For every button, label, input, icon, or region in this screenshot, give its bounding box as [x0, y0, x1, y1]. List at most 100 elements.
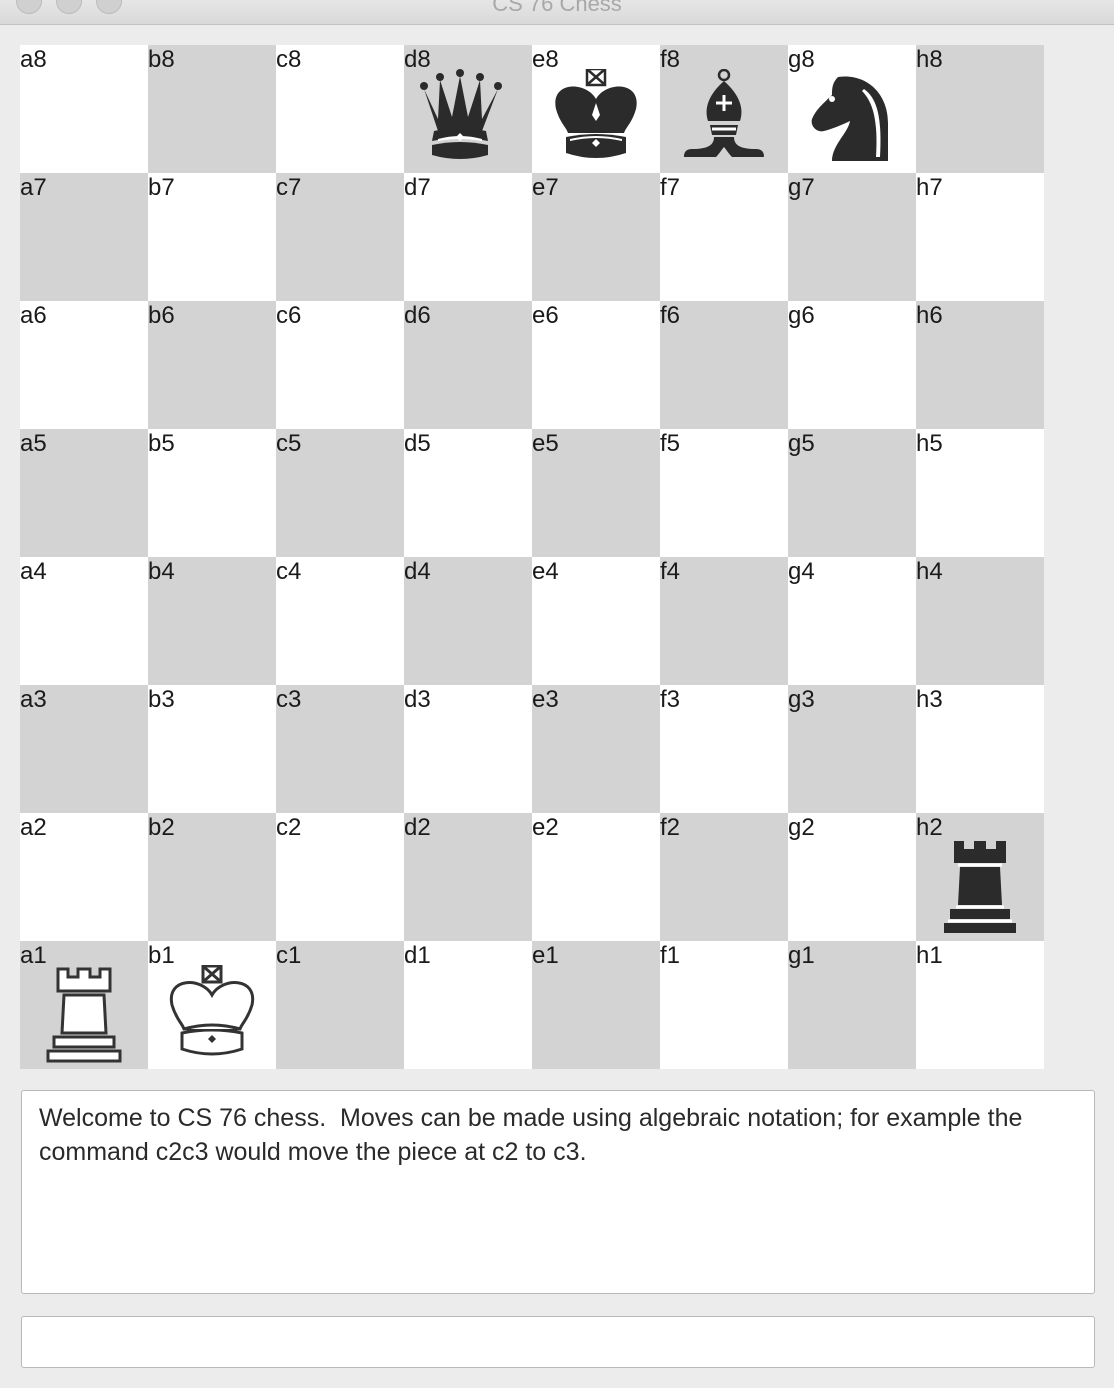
square-a7[interactable]: a7	[20, 173, 148, 301]
black-king-icon[interactable]	[546, 69, 646, 169]
square-label: d7	[404, 174, 431, 201]
square-label: e5	[532, 430, 559, 457]
square-a8[interactable]: a8	[20, 45, 148, 173]
white-king-icon[interactable]	[162, 965, 262, 1065]
square-label: c3	[276, 686, 302, 713]
square-label: d5	[404, 430, 431, 457]
square-h1[interactable]: h1	[916, 941, 1044, 1069]
square-f2[interactable]: f2	[660, 813, 788, 941]
square-d4[interactable]: d4	[404, 557, 532, 685]
square-f6[interactable]: f6	[660, 301, 788, 429]
square-f7[interactable]: f7	[660, 173, 788, 301]
black-rook-icon[interactable]	[930, 837, 1030, 937]
square-f5[interactable]: f5	[660, 429, 788, 557]
square-a6[interactable]: a6	[20, 301, 148, 429]
square-g6[interactable]: g6	[788, 301, 916, 429]
square-g4[interactable]: g4	[788, 557, 916, 685]
square-d2[interactable]: d2	[404, 813, 532, 941]
square-b1[interactable]: b1	[148, 941, 276, 1069]
square-b7[interactable]: b7	[148, 173, 276, 301]
square-label: h7	[916, 174, 943, 201]
square-e2[interactable]: e2	[532, 813, 660, 941]
square-d1[interactable]: d1	[404, 941, 532, 1069]
command-input[interactable]	[21, 1316, 1095, 1368]
square-e6[interactable]: e6	[532, 301, 660, 429]
square-label: a6	[20, 302, 47, 329]
square-g8[interactable]: g8	[788, 45, 916, 173]
square-label: d4	[404, 558, 431, 585]
square-label: h8	[916, 46, 943, 73]
square-a5[interactable]: a5	[20, 429, 148, 557]
square-a1[interactable]: a1	[20, 941, 148, 1069]
square-label: a5	[20, 430, 47, 457]
black-queen-icon[interactable]	[418, 69, 518, 169]
square-f4[interactable]: f4	[660, 557, 788, 685]
square-c6[interactable]: c6	[276, 301, 404, 429]
square-c7[interactable]: c7	[276, 173, 404, 301]
square-label: d1	[404, 942, 431, 969]
square-h5[interactable]: h5	[916, 429, 1044, 557]
square-d7[interactable]: d7	[404, 173, 532, 301]
square-label: f2	[660, 814, 681, 841]
square-b5[interactable]: b5	[148, 429, 276, 557]
square-d6[interactable]: d6	[404, 301, 532, 429]
square-f8[interactable]: f8	[660, 45, 788, 173]
square-h6[interactable]: h6	[916, 301, 1044, 429]
square-label: b4	[148, 558, 175, 585]
square-label: e3	[532, 686, 559, 713]
square-g3[interactable]: g3	[788, 685, 916, 813]
square-a2[interactable]: a2	[20, 813, 148, 941]
square-c1[interactable]: c1	[276, 941, 404, 1069]
square-label: g7	[788, 174, 815, 201]
square-g7[interactable]: g7	[788, 173, 916, 301]
square-label: d3	[404, 686, 431, 713]
square-d3[interactable]: d3	[404, 685, 532, 813]
square-a4[interactable]: a4	[20, 557, 148, 685]
square-a3[interactable]: a3	[20, 685, 148, 813]
square-c8[interactable]: c8	[276, 45, 404, 173]
square-c3[interactable]: c3	[276, 685, 404, 813]
square-f1[interactable]: f1	[660, 941, 788, 1069]
square-c4[interactable]: c4	[276, 557, 404, 685]
square-c5[interactable]: c5	[276, 429, 404, 557]
square-e7[interactable]: e7	[532, 173, 660, 301]
square-label: g3	[788, 686, 815, 713]
square-label: f7	[660, 174, 681, 201]
square-h2[interactable]: h2	[916, 813, 1044, 941]
white-rook-icon[interactable]	[34, 965, 134, 1065]
square-g5[interactable]: g5	[788, 429, 916, 557]
square-e1[interactable]: e1	[532, 941, 660, 1069]
square-e4[interactable]: e4	[532, 557, 660, 685]
window-title: CS 76 Chess	[492, 0, 622, 16]
square-e3[interactable]: e3	[532, 685, 660, 813]
square-b2[interactable]: b2	[148, 813, 276, 941]
square-label: c4	[276, 558, 302, 585]
square-b6[interactable]: b6	[148, 301, 276, 429]
square-label: g5	[788, 430, 815, 457]
square-d8[interactable]: d8	[404, 45, 532, 173]
square-e8[interactable]: e8	[532, 45, 660, 173]
black-bishop-icon[interactable]	[674, 69, 774, 169]
square-g2[interactable]: g2	[788, 813, 916, 941]
square-label: b5	[148, 430, 175, 457]
square-c2[interactable]: c2	[276, 813, 404, 941]
square-h3[interactable]: h3	[916, 685, 1044, 813]
black-knight-icon[interactable]	[802, 69, 902, 169]
square-h8[interactable]: h8	[916, 45, 1044, 173]
square-label: e1	[532, 942, 559, 969]
square-g1[interactable]: g1	[788, 941, 916, 1069]
square-h4[interactable]: h4	[916, 557, 1044, 685]
square-label: g4	[788, 558, 815, 585]
square-f3[interactable]: f3	[660, 685, 788, 813]
square-e5[interactable]: e5	[532, 429, 660, 557]
square-label: c2	[276, 814, 302, 841]
square-label: a7	[20, 174, 47, 201]
square-label: c7	[276, 174, 302, 201]
square-d5[interactable]: d5	[404, 429, 532, 557]
square-label: b6	[148, 302, 175, 329]
square-b8[interactable]: b8	[148, 45, 276, 173]
square-b4[interactable]: b4	[148, 557, 276, 685]
square-b3[interactable]: b3	[148, 685, 276, 813]
square-h7[interactable]: h7	[916, 173, 1044, 301]
square-label: e2	[532, 814, 559, 841]
